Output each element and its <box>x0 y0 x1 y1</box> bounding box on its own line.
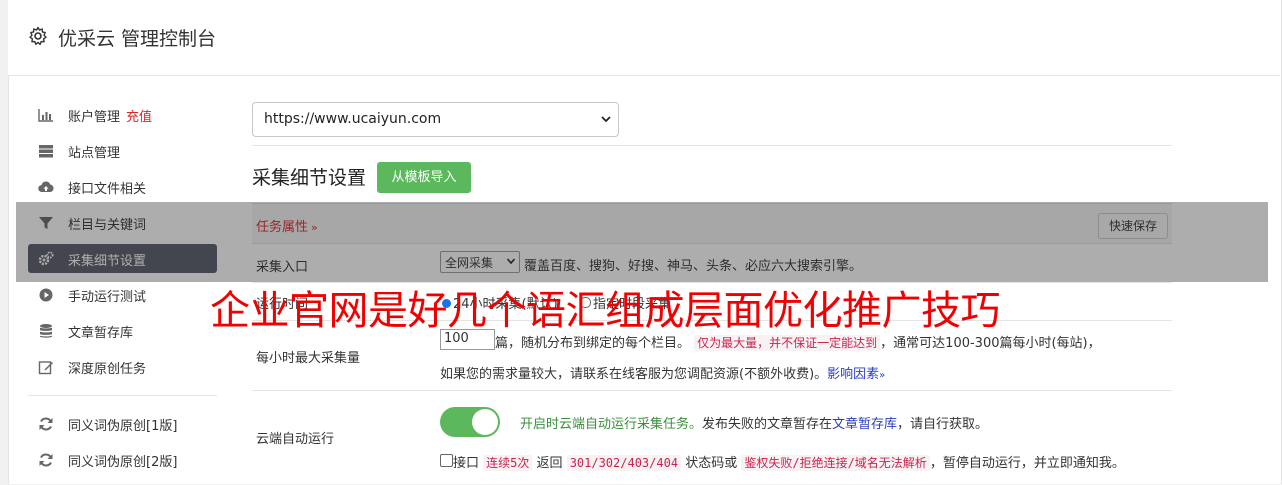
code-auth-fail: 鉴权失败/拒绝连接/域名无法解析 <box>741 455 930 471</box>
cloud-upload-icon <box>38 181 54 193</box>
pause-on-error-label: 接口 <box>453 456 480 471</box>
database-icon <box>40 324 52 338</box>
sidebar-item-label: 同义词伪原创[2版] <box>68 455 178 470</box>
dim-overlay-band <box>16 202 1268 282</box>
text-return: 返回 <box>536 456 563 471</box>
cloud-run-label: 云端自动运行 <box>256 432 335 447</box>
refresh-icon <box>39 417 53 431</box>
sidebar-item-account[interactable]: 账户管理 充值 <box>28 100 217 129</box>
cloud-run-desc-a: 发布失败的文章暂存在 <box>702 417 833 432</box>
chevron-down-icon <box>601 116 611 123</box>
sidebar-item-deep-original[interactable]: 深度原创任务 <box>28 352 217 381</box>
cloud-run-desc-b: ，请自行获取。 <box>897 417 989 432</box>
site-select[interactable]: https://www.ucaiyun.com <box>252 102 619 137</box>
sidebar-item-article-store[interactable]: 文章暂存库 <box>28 316 217 345</box>
pause-on-error-checkbox[interactable] <box>440 454 453 467</box>
cloud-run-row: 云端自动运行 开启时云端自动运行采集任务。发布失败的文章暂存在文章暂存库，请自行… <box>252 390 1172 485</box>
top-bar: 优采云 管理控制台 <box>8 0 1280 76</box>
sidebar-item-label: 文章暂存库 <box>68 326 134 341</box>
sidebar-item-label: 同义词伪原创[1版] <box>68 419 178 434</box>
sidebar-item-interface[interactable]: 接口文件相关 <box>28 172 217 201</box>
section-title: 采集细节设置 <box>252 167 367 189</box>
max-per-hour-note: 仅为最大量，并不保证一定能达到 <box>694 335 881 351</box>
sidebar-item-sites[interactable]: 站点管理 <box>28 136 217 165</box>
edit-icon <box>38 361 53 375</box>
double-chevron-down-icon: » <box>879 370 886 381</box>
cloud-run-on-text: 开启时云端自动运行采集任务。 <box>520 417 703 432</box>
text-status-or: 状态码或 <box>685 456 738 471</box>
text-pause-notify: ，暂停自动运行，并立即通知我。 <box>929 456 1125 471</box>
impact-factors-label: 影响因素 <box>827 367 880 382</box>
sidebar-item-synonym-v1[interactable]: 同义词伪原创[1版] <box>28 409 217 438</box>
refresh-icon <box>39 453 53 467</box>
sidebar-item-label: 账户管理 <box>68 110 121 125</box>
sidebar-item-synonym-v2[interactable]: 同义词伪原创[2版] <box>28 445 217 474</box>
toggle-knob <box>472 409 498 435</box>
max-per-hour-label: 每小时最大采集量 <box>256 351 361 366</box>
code-consecutive: 连续5次 <box>483 455 533 471</box>
server-icon <box>39 145 53 158</box>
sidebar-divider <box>28 395 217 396</box>
import-template-button[interactable]: 从模板导入 <box>377 162 471 193</box>
article-store-link[interactable]: 文章暂存库 <box>832 417 897 432</box>
cloud-run-desc: 开启时云端自动运行采集任务。发布失败的文章暂存在文章暂存库，请自行获取。 <box>520 413 988 432</box>
recharge-link[interactable]: 充值 <box>126 110 152 125</box>
sidebar-item-label: 接口文件相关 <box>68 182 147 197</box>
max-per-hour-line2: 如果您的需求量较大，请联系在线客服为您调配资源(不额外收费)。影响因素» <box>440 363 885 382</box>
pause-on-error-desc: 接口 连续5次 返回 301/302/403/404 状态码或 鉴权失败/拒绝连… <box>453 452 1125 471</box>
code-status: 301/302/403/404 <box>566 455 682 471</box>
divider <box>252 145 1172 146</box>
sidebar-item-manual-run[interactable]: 手动运行测试 <box>28 280 217 309</box>
cloud-run-toggle[interactable] <box>440 407 500 437</box>
bar-chart-icon <box>38 109 53 122</box>
play-circle-icon <box>39 288 53 302</box>
gear-icon <box>29 26 47 45</box>
sidebar-item-label: 手动运行测试 <box>68 290 147 305</box>
site-select-value: https://www.ucaiyun.com <box>264 111 442 127</box>
max-per-hour-line2-text: 如果您的需求量较大，请联系在线客服为您调配资源(不额外收费)。 <box>440 367 828 382</box>
page-title: 优采云 管理控制台 <box>58 28 217 50</box>
watermark-caption: 企业官网是好几个语汇组成层面优化推广技巧 <box>210 288 1001 334</box>
max-per-hour-desc-b: ，通常可达100-300篇每小时(每站)， <box>880 336 1101 351</box>
sidebar-item-label: 站点管理 <box>68 146 121 161</box>
impact-factors-link[interactable]: 影响因素» <box>827 367 885 382</box>
sidebar-item-label: 深度原创任务 <box>68 362 147 377</box>
max-per-hour-desc-a: 篇，随机分布到绑定的每个栏目。 <box>495 336 691 351</box>
